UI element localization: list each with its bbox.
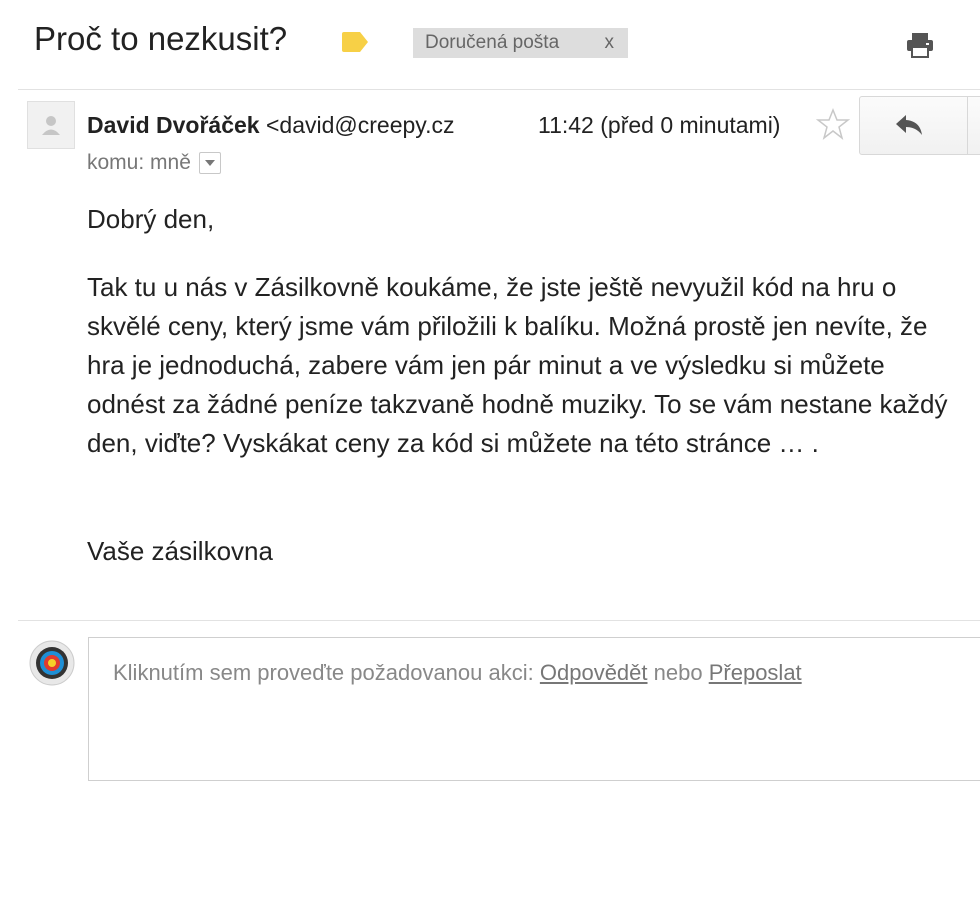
recipient-text: komu: mně	[87, 151, 191, 174]
reply-box[interactable]: Kliknutím sem proveďte požadovanou akci:…	[88, 637, 980, 781]
label-tag-icon[interactable]	[342, 32, 368, 52]
user-avatar	[28, 639, 76, 687]
forward-link[interactable]: Přeposlat	[709, 660, 802, 685]
email-paragraph: Tak tu u nás v Zásilkovně koukáme, že js…	[87, 272, 948, 458]
email-signature: Vaše zásilkovna	[87, 536, 273, 566]
email-greeting: Dobrý den,	[87, 204, 215, 234]
person-icon	[42, 116, 60, 135]
header-divider	[18, 89, 980, 90]
body-divider	[18, 620, 980, 621]
inbox-label-chip[interactable]: Doručená pošta x	[413, 28, 628, 58]
reply-button[interactable]	[859, 96, 980, 155]
recipient-details-button[interactable]	[198, 152, 221, 174]
reply-arrow-icon	[896, 115, 922, 135]
sender-line: David Dvořáček <david@creepy.cz	[87, 112, 454, 139]
inbox-label-text: Doručená pošta	[425, 32, 560, 53]
sender-name[interactable]: David Dvořáček	[87, 112, 260, 138]
reply-link[interactable]: Odpovědět	[540, 660, 648, 685]
reply-button-divider	[967, 97, 968, 154]
message-time: 11:42 (před 0 minutami)	[538, 112, 781, 138]
reply-or-text: nebo	[653, 660, 703, 685]
sender-avatar	[27, 101, 75, 149]
printer-icon[interactable]	[905, 31, 935, 59]
target-icon	[29, 640, 75, 686]
reply-prompt: Kliknutím sem proveďte požadovanou akci:…	[113, 660, 802, 686]
chevron-down-icon	[204, 160, 215, 166]
recipient-line: komu: mně	[87, 151, 221, 175]
star-outline-icon[interactable]	[815, 107, 851, 141]
email-subject: Proč to nezkusit?	[34, 20, 288, 57]
sender-email: <david@creepy.cz	[265, 112, 455, 138]
reply-prompt-text: Kliknutím sem proveďte požadovanou akci:	[113, 660, 534, 685]
remove-label-button[interactable]: x	[605, 32, 615, 54]
